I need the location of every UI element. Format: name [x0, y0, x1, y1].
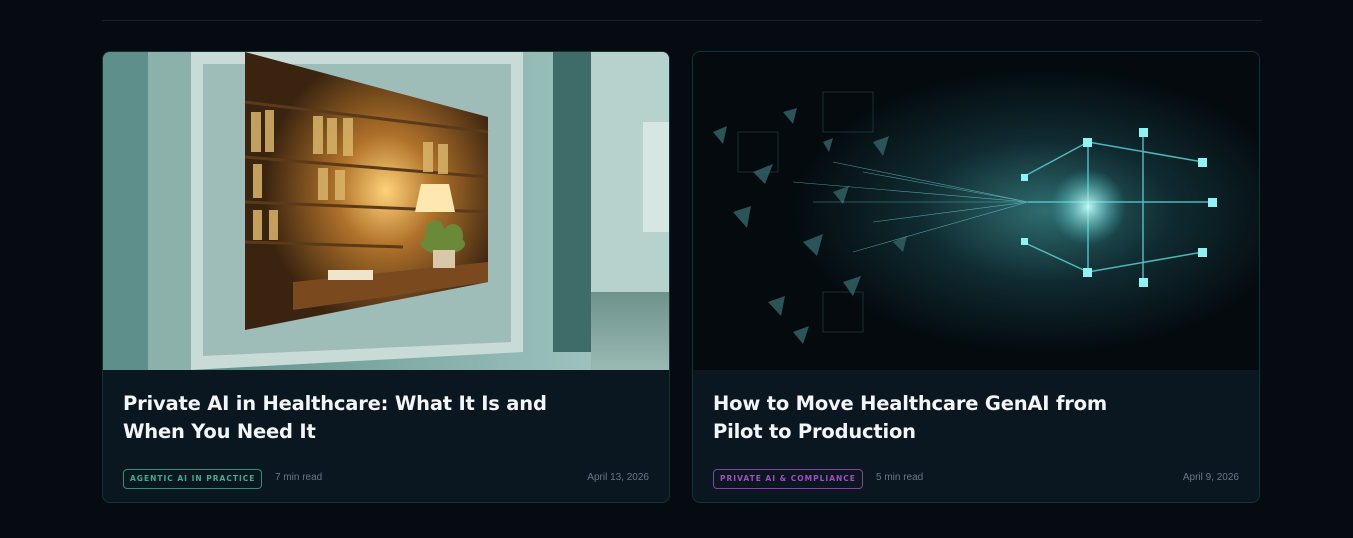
article-card[interactable]: Private AI in Healthcare: What It Is and… [102, 51, 670, 503]
category-tag[interactable]: PRIVATE AI & COMPLIANCE [713, 469, 863, 489]
article-title[interactable]: How to Move Healthcare GenAI from Pilot … [713, 390, 1143, 446]
read-time: 7 min read [275, 472, 323, 483]
article-meta: PRIVATE AI & COMPLIANCE 5 min read April… [713, 469, 1239, 491]
article-thumbnail[interactable] [693, 52, 1259, 370]
publish-date: April 13, 2026 [587, 472, 649, 483]
article-meta: AGENTIC AI IN PRACTICE 7 min read April … [123, 469, 649, 491]
category-tag[interactable]: AGENTIC AI IN PRACTICE [123, 469, 263, 489]
section-divider [102, 20, 1262, 21]
article-thumbnail[interactable] [103, 52, 669, 370]
article-title[interactable]: Private AI in Healthcare: What It Is and… [123, 390, 553, 446]
publish-date: April 9, 2026 [1182, 472, 1239, 483]
article-card[interactable]: How to Move Healthcare GenAI from Pilot … [692, 51, 1260, 503]
read-time: 5 min read [876, 472, 924, 483]
